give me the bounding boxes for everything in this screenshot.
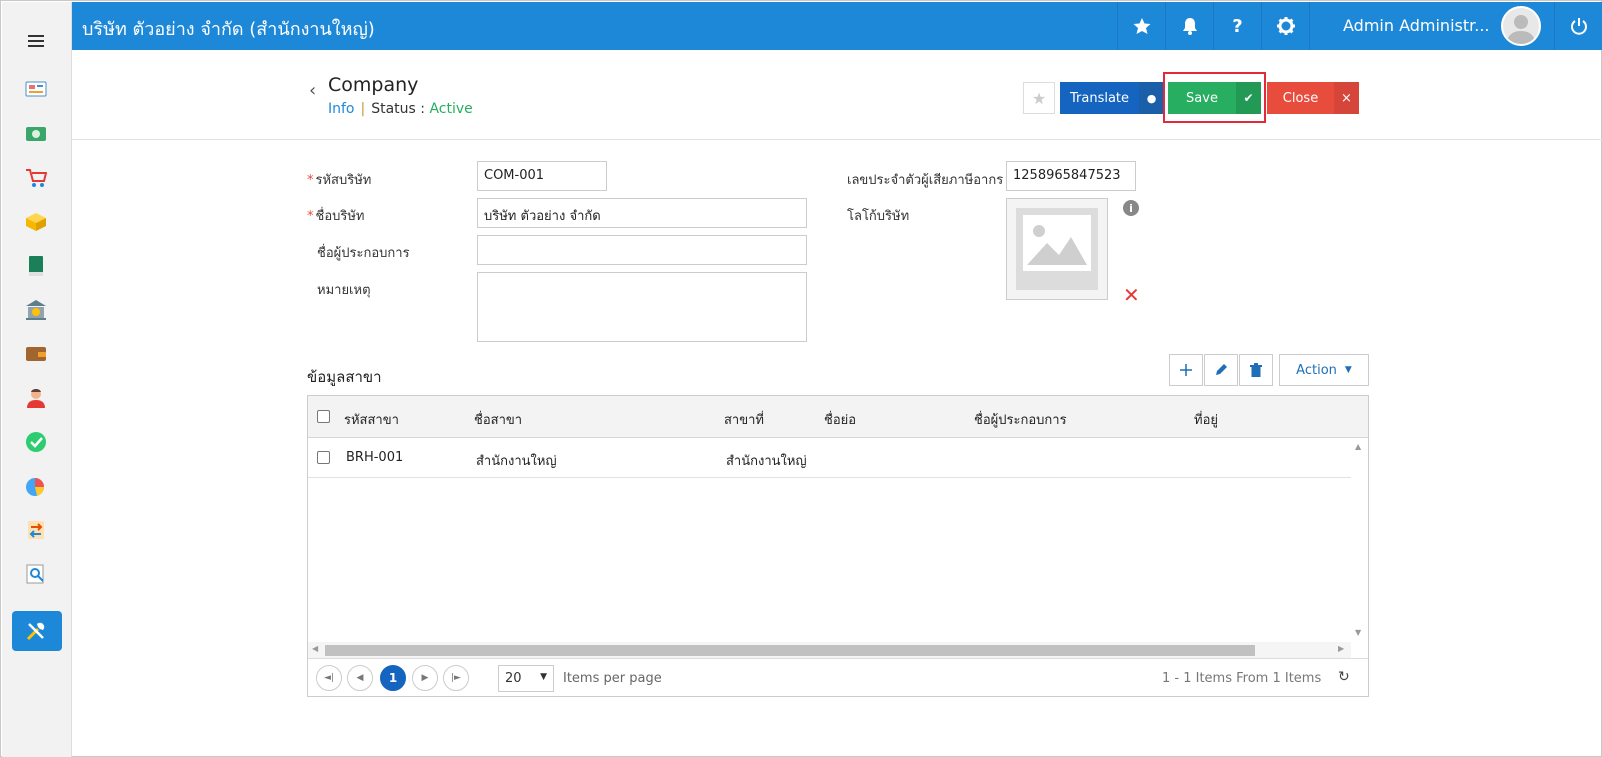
cart-icon[interactable] [25, 167, 47, 189]
scroll-right-icon[interactable]: ▶ [1338, 644, 1344, 653]
menu-icon[interactable] [28, 35, 44, 47]
company-name-input[interactable]: บริษัท ตัวอย่าง จำกัด [477, 198, 807, 228]
close-button[interactable]: Close [1267, 82, 1334, 114]
caret-down-icon: ▼ [1344, 365, 1352, 375]
tax-id-label: เลขประจำตัวผู้เสียภาษีอากร [847, 173, 1004, 188]
tax-id-input[interactable]: 1258965847523 [1006, 161, 1136, 191]
cell-branch-no: สำนักงานใหญ่ [726, 454, 807, 469]
scroll-left-icon[interactable]: ◀ [312, 644, 318, 653]
info-link[interactable]: Info [328, 101, 355, 117]
select-all-checkbox[interactable] [317, 410, 330, 423]
table-row[interactable]: BRH-001 สำนักงานใหญ่ สำนักงานใหญ่ [308, 438, 1351, 478]
remark-textarea[interactable] [477, 272, 807, 342]
edit-icon[interactable] [1204, 354, 1238, 386]
box-icon[interactable] [25, 211, 47, 233]
add-icon[interactable] [1169, 354, 1203, 386]
favorite-button[interactable]: ★ [1023, 82, 1055, 114]
company-code-input[interactable]: COM-001 [477, 161, 607, 191]
translate-button-group: Translate ● [1060, 82, 1164, 114]
vertical-scrollbar[interactable]: ▲ ▼ [1351, 438, 1368, 652]
remark-label: หมายเหตุ [317, 283, 371, 298]
help-icon[interactable]: ? [1213, 2, 1261, 50]
col-branch-name[interactable]: ชื่อสาขา [474, 409, 522, 430]
per-page-label: Items per page [563, 671, 662, 686]
cell-branch-code: BRH-001 [346, 450, 404, 465]
row-checkbox[interactable] [317, 451, 330, 464]
col-operator[interactable]: ชื่อผู้ประกอบการ [974, 409, 1067, 430]
first-page-icon[interactable]: ◄| [316, 665, 342, 691]
prev-page-icon[interactable]: ◀ [347, 665, 373, 691]
app-window: บริษัท ตัวอย่าง จำกัด (สำนักงานใหญ่) ? A… [0, 0, 1602, 757]
col-short-name[interactable]: ชื่อย่อ [824, 409, 856, 430]
delete-icon[interactable] [1239, 354, 1273, 386]
scroll-up-icon[interactable]: ▲ [1355, 442, 1361, 451]
star-outline-icon: ★ [1031, 88, 1047, 108]
bank-icon[interactable] [25, 299, 47, 321]
page-number-current[interactable]: 1 [380, 665, 406, 691]
topbar-divider [1309, 2, 1310, 50]
tools-icon[interactable] [25, 620, 47, 642]
info-icon[interactable]: i [1123, 200, 1139, 216]
power-icon[interactable] [1554, 2, 1602, 50]
col-branch-no[interactable]: สาขาที่ [724, 409, 764, 430]
dashboard-icon[interactable] [25, 78, 47, 100]
items-info: 1 - 1 Items From 1 Items [1162, 671, 1322, 686]
sidebar [2, 2, 72, 757]
book-icon[interactable] [25, 255, 47, 277]
back-icon[interactable]: ‹ [309, 80, 316, 101]
bell-icon[interactable] [1165, 2, 1213, 50]
branch-section-title: ข้อมูลสาขา [307, 368, 382, 386]
last-page-icon[interactable]: |► [443, 665, 469, 691]
action-label: Action [1296, 362, 1337, 378]
operator-label: ชื่อผู้ประกอบการ [317, 246, 410, 261]
operator-input[interactable] [477, 235, 807, 265]
col-branch-code[interactable]: รหัสสาขา [344, 409, 399, 430]
action-dropdown[interactable]: Action ▼ [1279, 354, 1369, 386]
transfer-icon[interactable] [25, 519, 47, 541]
scroll-down-icon[interactable]: ▼ [1355, 628, 1361, 637]
status-line: Info | Status : Active [328, 101, 473, 117]
scroll-thumb[interactable] [325, 645, 1255, 656]
image-placeholder-icon [1016, 208, 1098, 290]
branch-grid: รหัสสาขา ชื่อสาขา สาขาที่ ชื่อย่อ ชื่อผู… [307, 395, 1369, 697]
pie-chart-icon[interactable] [25, 475, 47, 497]
close-icon[interactable]: × [1334, 82, 1359, 114]
top-bar: บริษัท ตัวอย่าง จำกัด (สำนักงานใหญ่) ? A… [72, 2, 1602, 50]
logo-label: โลโก้บริษัท [847, 209, 910, 224]
grid-header: รหัสสาขา ชื่อสาขา สาขาที่ ชื่อย่อ ชื่อผู… [308, 396, 1368, 438]
refresh-icon[interactable]: ↻ [1338, 669, 1350, 685]
save-highlight-box [1163, 72, 1266, 123]
status-value: Active [429, 101, 473, 117]
close-button-group: Close × [1267, 82, 1359, 114]
people-icon[interactable] [25, 387, 47, 409]
avatar[interactable] [1501, 6, 1541, 46]
col-address[interactable]: ที่อยู่ [1194, 409, 1218, 430]
horizontal-scrollbar[interactable]: ◀ ▶ [308, 642, 1351, 658]
status-colon: : [420, 101, 426, 117]
gear-icon[interactable] [1261, 2, 1309, 50]
company-title: บริษัท ตัวอย่าง จำกัด (สำนักงานใหญ่) [82, 19, 375, 40]
logo-upload[interactable] [1006, 198, 1108, 300]
star-icon[interactable] [1117, 2, 1165, 50]
translate-button[interactable]: Translate [1060, 82, 1139, 114]
remove-logo-icon[interactable]: ✕ [1123, 283, 1140, 307]
company-code-label: * รหัสบริษัท [307, 173, 372, 188]
wallet-icon[interactable] [25, 343, 47, 365]
page-title: Company [328, 74, 419, 96]
separator: | [360, 101, 366, 117]
globe-icon[interactable]: ● [1139, 82, 1164, 114]
pager: ◄| ◀ 1 ▶ |► 20 ▼ Items per page 1 - 1 It… [308, 658, 1368, 696]
company-name-label: * ชื่อบริษัท [307, 209, 365, 224]
next-page-icon[interactable]: ▶ [412, 665, 438, 691]
check-icon[interactable] [25, 431, 47, 453]
cell-branch-name: สำนักงานใหญ่ [476, 454, 557, 469]
status-label: Status [371, 101, 416, 117]
money-icon[interactable] [25, 123, 47, 145]
page-header: ‹ Company Info | Status : Active ★ Transla… [72, 50, 1602, 140]
user-name[interactable]: Admin Administr... [1343, 16, 1490, 35]
per-page-value: 20 [505, 671, 522, 686]
per-page-select[interactable]: 20 ▼ [498, 665, 554, 692]
search-report-icon[interactable] [25, 563, 47, 585]
select-caret-icon: ▼ [540, 672, 547, 682]
